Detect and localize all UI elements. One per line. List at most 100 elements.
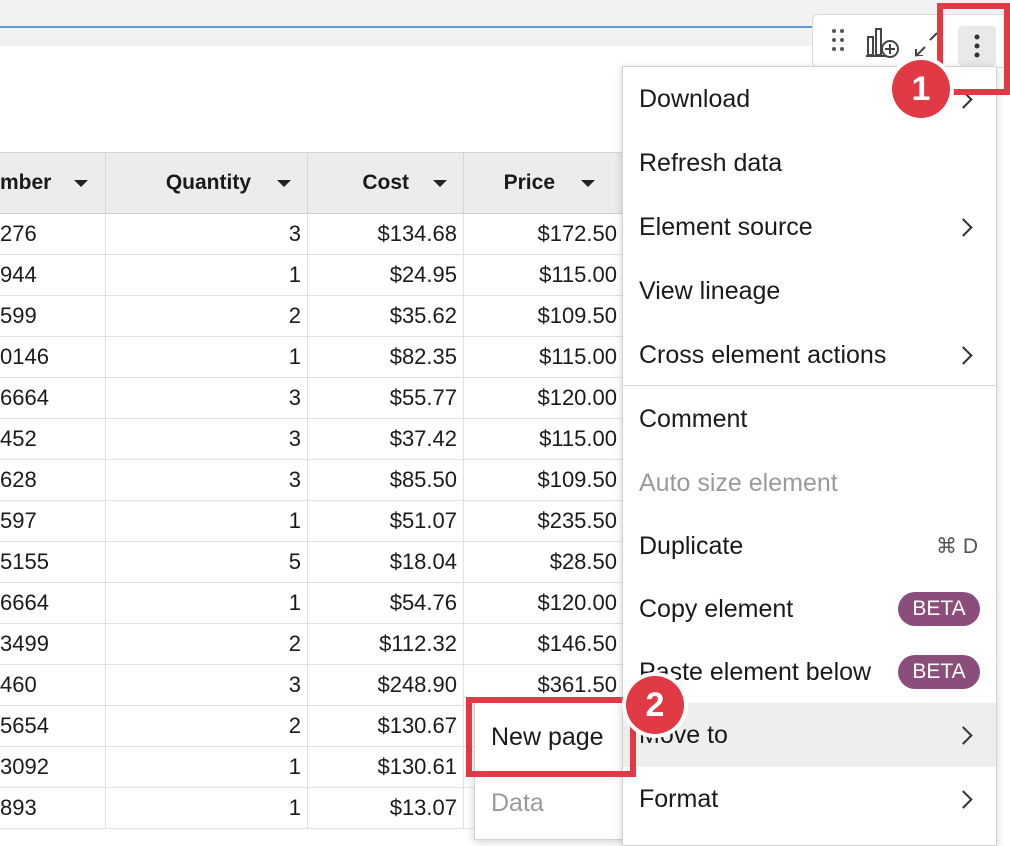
table-cell[interactable]: 6664: [0, 583, 106, 623]
table-cell[interactable]: $134.68: [308, 214, 464, 254]
table-cell[interactable]: $109.50: [464, 460, 624, 500]
table-cell[interactable]: 2: [106, 624, 308, 664]
duplicate-shortcut: ⌘ D: [936, 534, 978, 558]
menu-divider: [623, 385, 996, 386]
table-row[interactable]: 276 3 $134.68 $172.50: [0, 214, 640, 255]
column-header-price[interactable]: Price: [464, 153, 624, 213]
chevron-right-icon: [954, 217, 973, 237]
step-badge-1: 1: [892, 60, 950, 118]
table-cell[interactable]: 3: [106, 419, 308, 459]
table-cell[interactable]: 5155: [0, 542, 106, 582]
chevron-right-icon: [954, 345, 973, 365]
table-cell[interactable]: $235.50: [464, 501, 624, 541]
table-cell[interactable]: $112.32: [308, 624, 464, 664]
table-cell[interactable]: $130.61: [308, 747, 464, 787]
table-cell[interactable]: $115.00: [464, 419, 624, 459]
table-cell[interactable]: 599: [0, 296, 106, 336]
table-cell[interactable]: $146.50: [464, 624, 624, 664]
table-row[interactable]: 452 3 $37.42 $115.00: [0, 419, 640, 460]
table-cell[interactable]: 1: [106, 747, 308, 787]
table-cell[interactable]: $172.50: [464, 214, 624, 254]
table-cell[interactable]: 3092: [0, 747, 106, 787]
callout-highlight-new-page: [466, 697, 636, 777]
table-cell[interactable]: $13.07: [308, 788, 464, 828]
add-chart-icon[interactable]: [865, 25, 901, 67]
table-cell[interactable]: $24.95: [308, 255, 464, 295]
table-cell[interactable]: 944: [0, 255, 106, 295]
table-row[interactable]: 3499 2 $112.32 $146.50: [0, 624, 640, 665]
table-cell[interactable]: $82.35: [308, 337, 464, 377]
table-row[interactable]: 628 3 $85.50 $109.50: [0, 460, 640, 501]
sort-caret-icon[interactable]: [581, 179, 595, 187]
table-cell[interactable]: $54.76: [308, 583, 464, 623]
table-row[interactable]: 0146 1 $82.35 $115.00: [0, 337, 640, 378]
table-cell[interactable]: $37.42: [308, 419, 464, 459]
menu-item-cross-element-actions[interactable]: Cross element actions: [623, 323, 996, 387]
chevron-right-icon: [954, 789, 973, 809]
table-cell[interactable]: 276: [0, 214, 106, 254]
sort-caret-icon[interactable]: [433, 179, 447, 187]
table-row[interactable]: 6664 3 $55.77 $120.00: [0, 378, 640, 419]
beta-badge: BETA: [898, 592, 980, 626]
menu-item-element-source[interactable]: Element source: [623, 195, 996, 259]
table-cell[interactable]: 5654: [0, 706, 106, 746]
column-header-number[interactable]: mber: [0, 153, 106, 213]
table-cell[interactable]: $85.50: [308, 460, 464, 500]
drag-handle-icon[interactable]: [831, 27, 845, 59]
table-cell[interactable]: 1: [106, 337, 308, 377]
table-cell[interactable]: $55.77: [308, 378, 464, 418]
column-header-cost[interactable]: Cost: [308, 153, 464, 213]
table-cell[interactable]: 893: [0, 788, 106, 828]
menu-item-format[interactable]: Format: [623, 767, 996, 831]
table-cell[interactable]: 0146: [0, 337, 106, 377]
table-cell[interactable]: 452: [0, 419, 106, 459]
selected-element-border: [0, 26, 830, 28]
table-cell[interactable]: 5: [106, 542, 308, 582]
table-cell[interactable]: 2: [106, 706, 308, 746]
table-cell[interactable]: $18.04: [308, 542, 464, 582]
table-cell[interactable]: $248.90: [308, 665, 464, 705]
table-cell[interactable]: 460: [0, 665, 106, 705]
table-cell[interactable]: 1: [106, 788, 308, 828]
menu-item-refresh-data[interactable]: Refresh data: [623, 131, 996, 195]
table-cell[interactable]: 3: [106, 214, 308, 254]
table-cell[interactable]: 1: [106, 501, 308, 541]
beta-badge: BETA: [898, 655, 980, 689]
menu-item-duplicate[interactable]: Duplicate ⌘ D: [623, 514, 996, 578]
table-cell[interactable]: $115.00: [464, 337, 624, 377]
table-cell[interactable]: $130.67: [308, 706, 464, 746]
menu-item-view-lineage[interactable]: View lineage: [623, 259, 996, 323]
menu-item-auto-size-element: Auto size element: [639, 468, 838, 497]
table-cell[interactable]: 3: [106, 460, 308, 500]
submenu-item-data: Data: [491, 789, 544, 817]
table-cell[interactable]: $51.07: [308, 501, 464, 541]
sort-caret-icon[interactable]: [74, 179, 88, 187]
table-cell[interactable]: 6664: [0, 378, 106, 418]
sort-caret-icon[interactable]: [277, 179, 291, 187]
table-row[interactable]: 5155 5 $18.04 $28.50: [0, 542, 640, 583]
table-cell[interactable]: 3: [106, 378, 308, 418]
table-cell[interactable]: $115.00: [464, 255, 624, 295]
table-cell[interactable]: $28.50: [464, 542, 624, 582]
step-badge-2: 2: [626, 676, 684, 734]
table-cell[interactable]: 1: [106, 255, 308, 295]
table-header: mber Quantity Cost Price: [0, 152, 640, 214]
table-cell[interactable]: 3: [106, 665, 308, 705]
table-cell[interactable]: $109.50: [464, 296, 624, 336]
table-cell[interactable]: $35.62: [308, 296, 464, 336]
table-row[interactable]: 599 2 $35.62 $109.50: [0, 296, 640, 337]
table-cell[interactable]: 2: [106, 296, 308, 336]
column-header-quantity[interactable]: Quantity: [106, 153, 308, 213]
menu-item-comment[interactable]: Comment: [623, 387, 996, 451]
menu-item-copy-element[interactable]: Copy element BETA: [623, 577, 996, 641]
table-row[interactable]: 944 1 $24.95 $115.00: [0, 255, 640, 296]
element-options-menu: Download Refresh data Element source Vie…: [622, 66, 997, 846]
table-cell[interactable]: $120.00: [464, 583, 624, 623]
table-cell[interactable]: 3499: [0, 624, 106, 664]
table-cell[interactable]: $120.00: [464, 378, 624, 418]
table-row[interactable]: 6664 1 $54.76 $120.00: [0, 583, 640, 624]
table-row[interactable]: 597 1 $51.07 $235.50: [0, 501, 640, 542]
table-cell[interactable]: 1: [106, 583, 308, 623]
table-cell[interactable]: 597: [0, 501, 106, 541]
table-cell[interactable]: 628: [0, 460, 106, 500]
